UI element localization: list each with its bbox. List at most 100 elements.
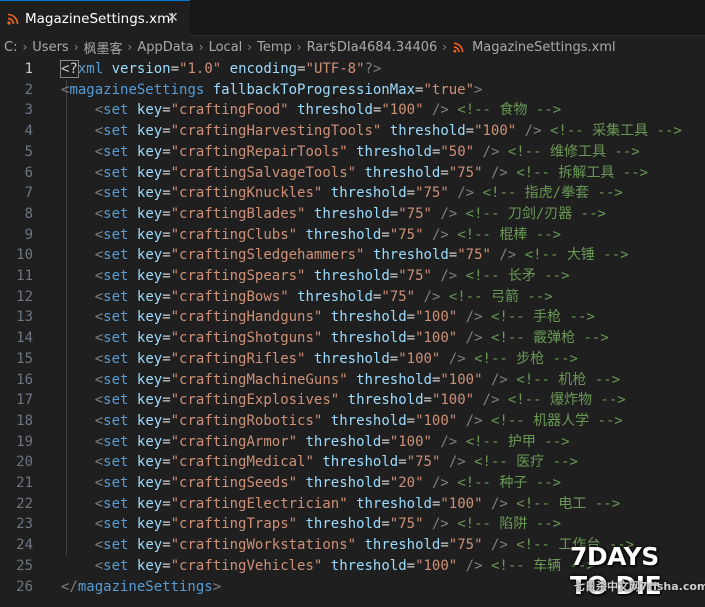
tag-bracket: /> — [482, 143, 500, 160]
tag-bracket: /> — [490, 537, 508, 554]
watermark-logo: 7DAYS TO DIE 七日杀中文网7risha.com — [570, 542, 705, 604]
code-text: <set key="craftingShotguns" threshold="1… — [61, 328, 609, 349]
tag-bracket: /> — [457, 185, 475, 202]
chevron-right-icon: › — [22, 40, 28, 54]
equals-sign: = — [406, 309, 416, 326]
tag-name: set — [103, 330, 129, 347]
code-line[interactable]: 7 <set key="craftingKnuckles" threshold=… — [0, 183, 705, 204]
tab-bar: MagazineSettings.xml ✕ — [0, 0, 705, 36]
attribute-name: key — [136, 143, 163, 160]
line-number: 12 — [16, 288, 33, 305]
breadcrumb-segment[interactable]: AppData — [134, 40, 196, 55]
attribute-name: key — [136, 537, 163, 554]
attribute-value: "75" — [381, 288, 416, 305]
line-number: 18 — [16, 412, 33, 429]
equals-sign: = — [162, 309, 171, 326]
attribute-value: "craftingSalvageTools" — [170, 164, 357, 181]
code-line[interactable]: 3 <set key="craftingFood" threshold="100… — [0, 100, 705, 121]
breadcrumb-segment[interactable]: 枫墨客 — [81, 38, 126, 57]
attribute-name: key — [136, 309, 163, 326]
code-text: <?xml version="1.0" encoding="UTF-8"?> — [60, 59, 381, 80]
attribute-value: "1.0" — [179, 61, 222, 77]
editor-tab[interactable]: MagazineSettings.xml ✕ — [0, 0, 190, 36]
attribute-value: "100" — [415, 412, 458, 429]
tag-bracket: /> — [524, 123, 542, 140]
tag-name: set — [103, 226, 129, 243]
attribute-name: threshold — [356, 371, 432, 388]
code-line[interactable]: 5 <set key="craftingRepairTools" thresho… — [0, 142, 705, 163]
code-line[interactable]: 23 <set key="craftingTraps" threshold="7… — [0, 514, 705, 535]
code-line[interactable]: 21 <set key="craftingSeeds" threshold="2… — [0, 473, 705, 494]
code-line[interactable]: 10 <set key="craftingSledgehammers" thre… — [0, 245, 705, 266]
line-number: 16 — [16, 371, 33, 388]
rss-icon — [7, 13, 19, 25]
attribute-value: "75" — [406, 454, 441, 471]
code-line[interactable]: 17 <set key="craftingExplosives" thresho… — [0, 390, 705, 411]
tag-bracket: /> — [431, 475, 449, 491]
code-line[interactable]: 14 <set key="craftingShotguns" threshold… — [0, 328, 705, 349]
breadcrumb-segment[interactable]: Local — [206, 40, 246, 55]
code-line[interactable]: 20 <set key="craftingMedical" threshold=… — [0, 452, 705, 473]
equals-sign: = — [381, 475, 390, 491]
code-editor[interactable]: 1 <?xml version="1.0" encoding="UTF-8"?> 2… — [0, 59, 705, 607]
breadcrumb-segment[interactable]: Users — [29, 40, 71, 55]
code-line[interactable]: 18 <set key="craftingRobotics" threshold… — [0, 411, 705, 432]
attribute-value: "100" — [415, 330, 458, 347]
tag-bracket: < — [94, 268, 104, 284]
line-number: 8 — [24, 205, 33, 222]
tag-bracket: < — [94, 516, 104, 533]
attribute-value: "craftingSeeds" — [170, 475, 298, 491]
code-line[interactable]: 1 <?xml version="1.0" encoding="UTF-8"?> — [0, 59, 705, 80]
xml-comment: <!-- 长矛 --> — [465, 268, 570, 284]
line-number: 15 — [16, 350, 33, 367]
close-icon[interactable]: ✕ — [167, 9, 179, 27]
attribute-name: key — [136, 288, 163, 305]
code-text: </magazineSettings> — [61, 577, 221, 598]
equals-sign: = — [406, 412, 416, 429]
tag-bracket: /> — [490, 164, 508, 181]
tag-name: set — [103, 123, 129, 140]
tag-name: set — [103, 164, 129, 181]
attribute-value: "75" — [398, 268, 432, 284]
breadcrumb-segment[interactable]: Temp — [254, 40, 295, 55]
breadcrumb-file[interactable]: MagazineSettings.xml — [469, 40, 619, 55]
attribute-name: key — [136, 495, 163, 512]
attribute-value: "75" — [389, 226, 424, 243]
code-line[interactable]: 2 <magazineSettings fallbackToProgression… — [0, 80, 705, 101]
attribute-value: "craftingSpears" — [170, 268, 306, 284]
equals-sign: = — [162, 475, 171, 491]
line-number: 21 — [16, 475, 33, 491]
code-line[interactable]: 9 <set key="craftingClubs" threshold="75… — [0, 225, 705, 246]
line-number: 25 — [16, 557, 33, 574]
tag-bracket: < — [94, 309, 104, 326]
breadcrumb-segment[interactable]: Rar$DIa4684.34406 — [304, 40, 441, 55]
tag-name: set — [103, 557, 129, 574]
code-line[interactable]: 13 <set key="craftingHandguns" threshold… — [0, 307, 705, 328]
attribute-name: threshold — [313, 268, 390, 284]
attribute-name: key — [136, 433, 163, 450]
tag-bracket: < — [94, 288, 104, 305]
code-line[interactable]: 12 <set key="craftingBows" threshold="75… — [0, 287, 705, 308]
equals-sign: = — [440, 164, 449, 181]
xml-comment: <!-- 刀剑/刃器 --> — [465, 205, 606, 222]
code-line[interactable]: 16 <set key="craftingMachineGuns" thresh… — [0, 370, 705, 391]
xml-comment: <!-- 护甲 --> — [465, 433, 570, 450]
code-line[interactable]: 6 <set key="craftingSalvageTools" thresh… — [0, 163, 705, 184]
code-line[interactable]: 4 <set key="craftingHarvestingTools" thr… — [0, 121, 705, 142]
code-line[interactable]: 19 <set key="craftingArmor" threshold="1… — [0, 432, 705, 453]
attribute-name: key — [136, 123, 163, 140]
code-line[interactable]: 22 <set key="craftingElectrician" thresh… — [0, 494, 705, 515]
breadcrumb-segment[interactable]: C: — [0, 40, 20, 55]
attribute-name: threshold — [305, 226, 382, 243]
code-line[interactable]: 15 <set key="craftingRifles" threshold="… — [0, 349, 705, 370]
code-line[interactable]: 8 <set key="craftingBlades" threshold="7… — [0, 204, 705, 225]
attribute-value: "true" — [423, 81, 475, 98]
code-line[interactable]: 11 <set key="craftingSpears" threshold="… — [0, 266, 705, 287]
attribute-name: threshold — [313, 350, 390, 367]
